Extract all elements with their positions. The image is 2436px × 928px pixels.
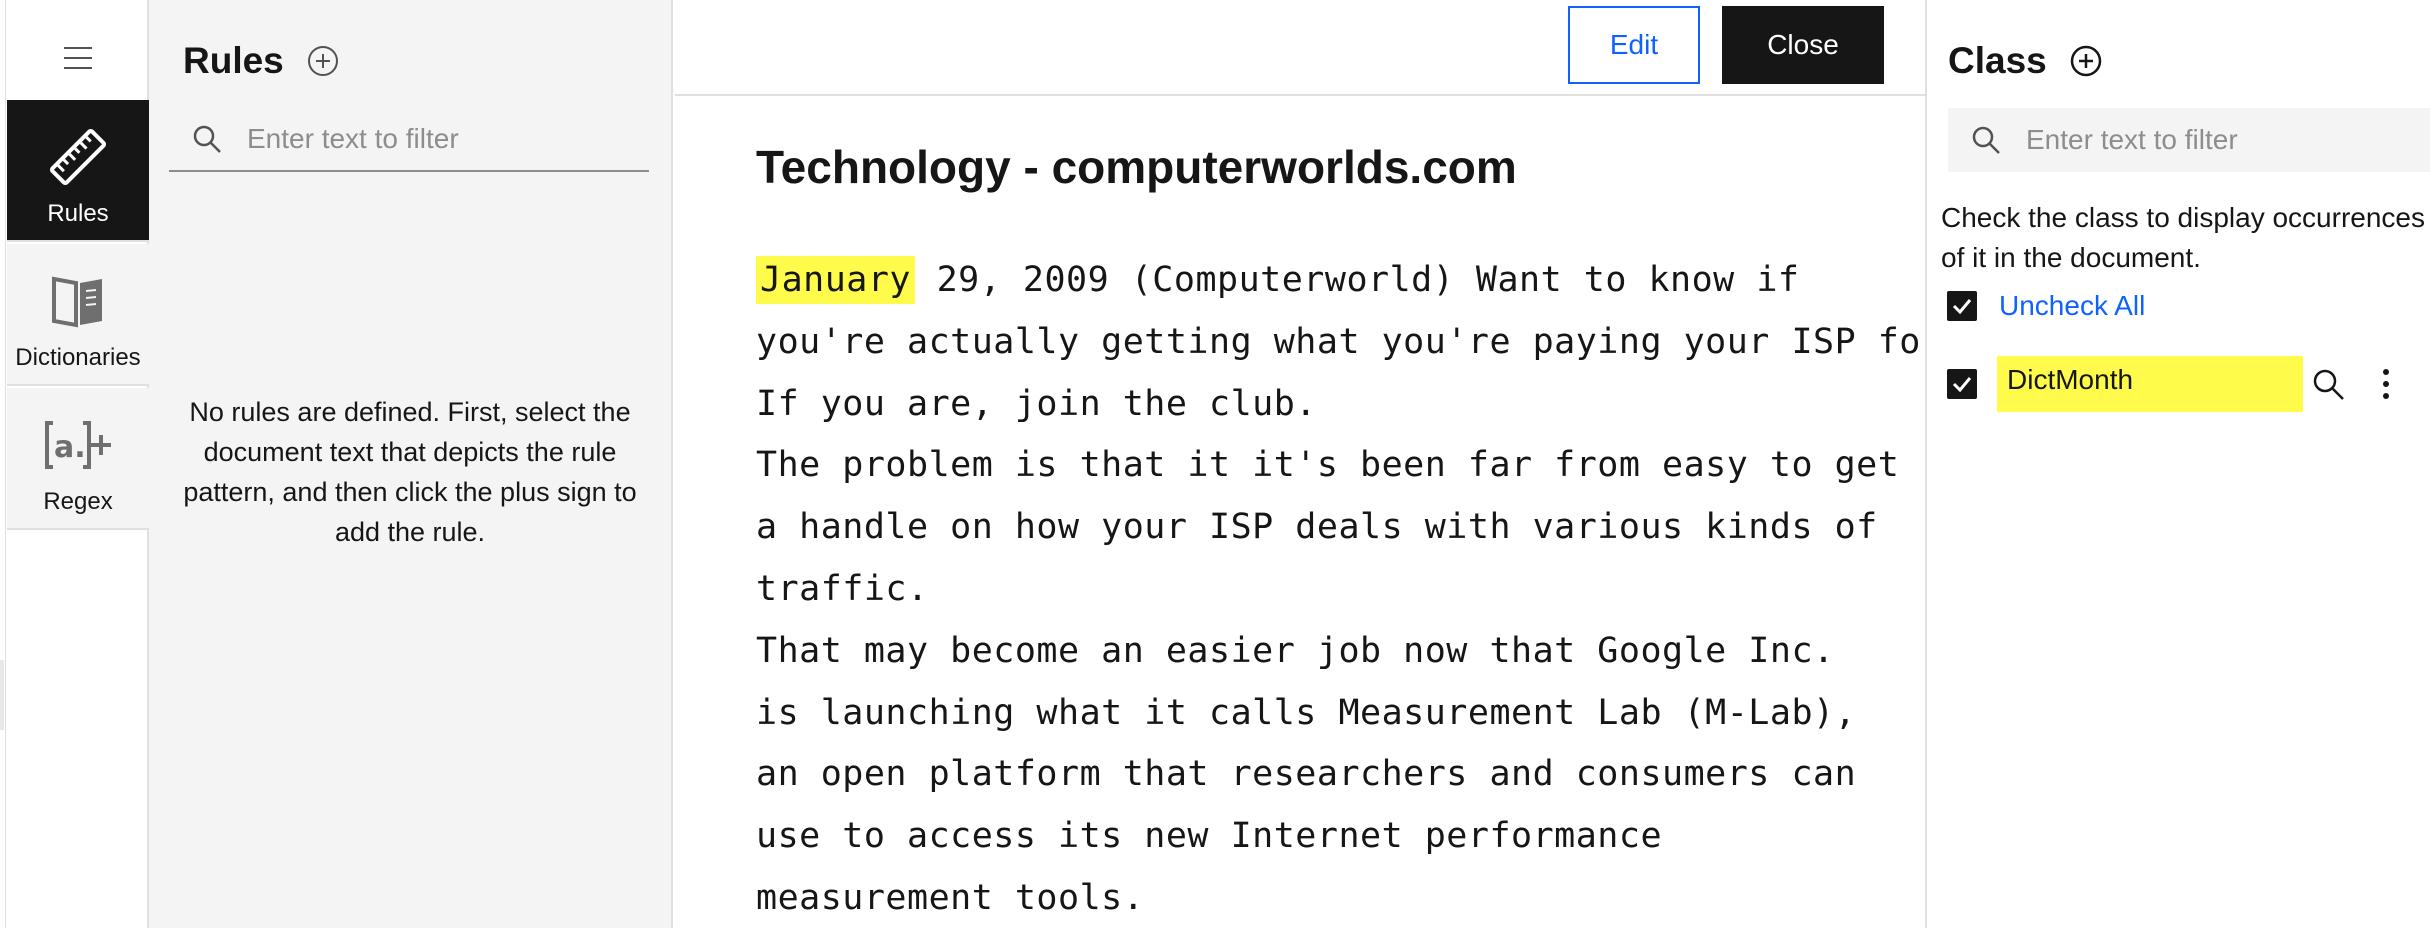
rules-empty-message: No rules are defined. First, select the … [183, 397, 637, 547]
uncheck-all-link[interactable]: Uncheck All [1999, 290, 2145, 322]
rules-filter-input[interactable] [247, 123, 607, 155]
rail-item-label: Rules [47, 200, 109, 227]
edge-handle [0, 660, 4, 730]
hamburger-menu-button[interactable] [7, 18, 149, 98]
class-row-dictmonth: DictMonth [1947, 356, 2303, 412]
close-button[interactable]: Close [1722, 6, 1884, 84]
document-toolbar: Edit Close [675, 0, 1925, 96]
rules-panel: Rules No rules are defined. First, selec… [149, 0, 673, 928]
hamburger-icon [64, 47, 92, 69]
search-icon[interactable] [2310, 366, 2346, 402]
class-title: Class [1948, 40, 2047, 81]
document-line: The problem is that it it's been far fro… [756, 445, 1900, 486]
checkmark-icon [1952, 299, 1972, 314]
class-checkbox[interactable] [1947, 369, 1977, 399]
class-panel: Class Check the class to display occurre… [1925, 0, 2436, 928]
document-text[interactable]: January 29, 2009 (Computerworld) Want to… [756, 250, 1965, 928]
rules-title: Rules [183, 40, 284, 81]
document-line: is launching what it calls Measurement L… [756, 692, 1857, 733]
overflow-menu-icon[interactable] [2376, 364, 2396, 404]
document-line: a handle on how your ISP deals with vari… [756, 507, 1878, 548]
rules-filter [169, 108, 649, 172]
class-filter [1948, 108, 2430, 172]
checkmark-icon [1952, 377, 1972, 392]
book-icon [50, 266, 106, 336]
class-filter-input[interactable] [2026, 124, 2386, 156]
icon-rail: Rules Dictionaries a. Regex [7, 0, 149, 928]
document-title: Technology - computerworlds.com [756, 141, 1517, 193]
rail-item-regex[interactable]: a. Regex [7, 388, 149, 530]
document-line: That may become an easier job now that G… [756, 630, 1835, 671]
class-label[interactable]: DictMonth [1997, 356, 2303, 412]
add-class-icon[interactable] [2069, 44, 2103, 78]
class-header: Class [1948, 40, 2103, 82]
uncheck-all-checkbox[interactable] [1947, 291, 1977, 321]
document-line: an open platform that researchers and co… [756, 754, 1857, 795]
document-line: traffic. [756, 568, 929, 609]
regex-icon: a. [43, 410, 113, 480]
svg-text:a.: a. [54, 430, 86, 465]
document-line: use to access its new Internet performan… [756, 816, 1663, 857]
edit-button[interactable]: Edit [1568, 6, 1700, 84]
rail-item-label: Regex [43, 488, 113, 515]
document-line: January 29, 2009 (Computerworld) Want to… [756, 250, 1846, 312]
document-line: If you are, join the club. [756, 383, 1317, 424]
uncheck-all-row: Uncheck All [1947, 290, 2145, 322]
rules-header: Rules [183, 40, 340, 82]
class-hint-text: Check the class to display occurrences o… [1941, 202, 2425, 273]
document-viewer: Edit Close Technology - computerworlds.c… [675, 0, 1965, 928]
rail-item-dictionaries[interactable]: Dictionaries [7, 244, 149, 386]
rail-item-rules[interactable]: Rules [7, 100, 149, 242]
window-edge [0, 0, 6, 928]
highlighted-match[interactable]: January [756, 256, 916, 304]
rail-item-label: Dictionaries [15, 344, 141, 371]
document-text-run: 29, 2009 (Computerworld) Want to know if [915, 260, 1800, 300]
document-line: measurement tools. [756, 877, 1145, 918]
document-line: you're actually getting what you're payi… [756, 321, 1965, 362]
search-icon [193, 125, 221, 153]
ruler-icon [46, 122, 110, 192]
search-icon [1972, 126, 2000, 154]
add-rule-icon[interactable] [306, 44, 340, 78]
